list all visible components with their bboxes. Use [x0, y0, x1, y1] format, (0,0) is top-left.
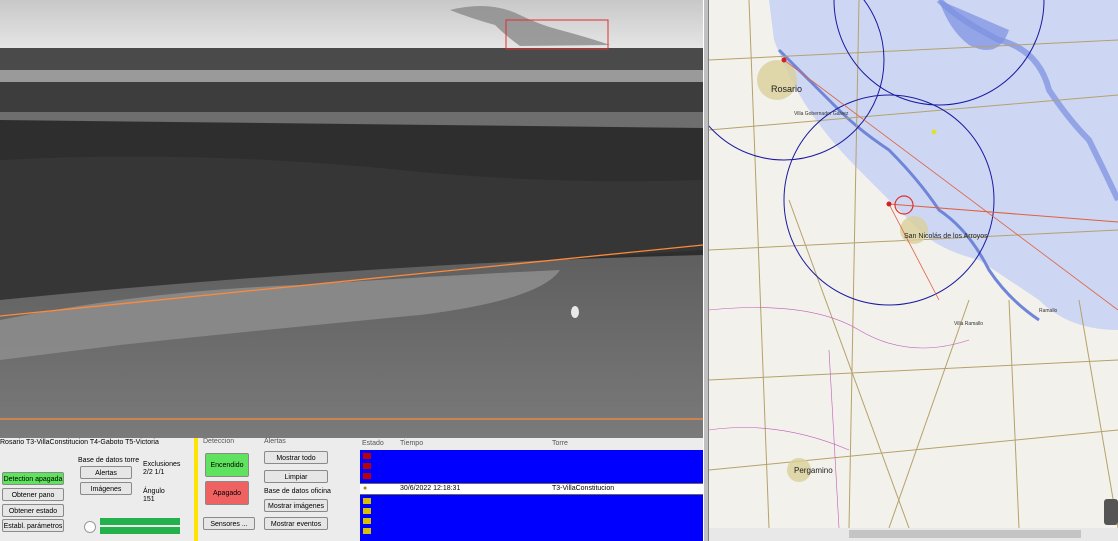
db-torre-alertas-button[interactable]: Alertas: [80, 466, 132, 479]
alertas-header: Alertas: [264, 438, 286, 445]
map-label-villa-ramallo: Villa Ramallo: [954, 321, 983, 327]
map-label-villa-gobernador: Villa Gobernador Gálvez: [794, 111, 849, 117]
map-side-tool[interactable]: [1104, 499, 1118, 525]
exclusiones-value: 2/2 1/1: [143, 469, 165, 476]
mostrar-eventos-button[interactable]: Mostrar eventos: [264, 517, 328, 530]
mostrar-imagenes-button[interactable]: Mostrar imágenes: [264, 499, 328, 512]
angulo-value: 151: [143, 496, 155, 503]
event-time: 30/6/2022 12:18:31: [400, 485, 461, 492]
obtener-pano-button[interactable]: Obtener pano: [2, 488, 64, 501]
camera-image: [0, 0, 703, 438]
event-alert-icon: [363, 473, 371, 479]
mostrar-todo-button[interactable]: Mostrar todo: [264, 451, 328, 464]
panel-divider: [194, 438, 198, 541]
event-alert-icon: [363, 463, 371, 469]
limpiar-button[interactable]: Limpiar: [264, 470, 328, 483]
tower-tabs[interactable]: Rosario T3-VillaConstitucion T4-Gaboto T…: [0, 439, 159, 446]
events-header-tiempo: Tiempo: [400, 440, 424, 447]
rosario-urban-area: [757, 60, 797, 100]
db-torre-title: Base de datos torre: [78, 457, 140, 464]
status-bar-2: [100, 527, 180, 534]
events-header-estado: Estado: [362, 440, 384, 447]
exclusiones-label: Exclusiones: [143, 461, 181, 468]
map-canvas: Rosario Villa Gobernador Gálvez San Nico…: [709, 0, 1118, 528]
sensores-button[interactable]: Sensores ...: [203, 517, 255, 530]
apagado-button[interactable]: Apagado: [205, 481, 249, 505]
map-scroll-thumb[interactable]: [849, 530, 1081, 538]
map-view[interactable]: Rosario Villa Gobernador Gálvez San Nico…: [709, 0, 1118, 528]
events-list[interactable]: ● 30/6/2022 12:18:31 T3-VillaConstitucio…: [360, 450, 703, 541]
event-alert-icon: [363, 453, 371, 459]
map-label-san-nicolas: San Nicolás de los Arroyos: [904, 233, 988, 240]
tower-marker[interactable]: [781, 57, 787, 63]
buoy: [571, 306, 579, 318]
db-oficina-title: Base de datos oficina: [264, 488, 331, 495]
camera-view[interactable]: [0, 0, 703, 438]
status-bar-1: [100, 518, 180, 525]
event-status-icon: [363, 508, 371, 514]
map-label-pergamino: Pergamino: [794, 466, 833, 475]
obtener-estado-button[interactable]: Obtener estado: [2, 504, 64, 517]
event-row-group[interactable]: [360, 495, 703, 541]
control-panel: Rosario T3-VillaConstitucion T4-Gaboto T…: [0, 438, 703, 541]
map-label-ramallo: Ramallo: [1039, 308, 1058, 314]
db-torre-imagenes-button[interactable]: Imágenes: [80, 482, 132, 495]
angulo-label: Ángulo: [143, 488, 165, 495]
tower-marker[interactable]: [886, 201, 892, 207]
map-label-rosario: Rosario: [771, 84, 802, 94]
events-header-torre: Torre: [552, 440, 568, 447]
detection-toggle-button[interactable]: Detection apagada: [2, 472, 64, 485]
deteccion-header: Deteccion: [203, 438, 235, 445]
event-status-icon: [363, 518, 371, 524]
event-status-icon: ●: [363, 485, 368, 492]
event-status-icon: [363, 498, 371, 504]
event-tower: T3-VillaConstitucion: [552, 485, 615, 492]
establ-parametros-button[interactable]: Establ. parámetros: [2, 519, 64, 532]
event-row-group[interactable]: [360, 450, 703, 483]
event-row-selected[interactable]: ● 30/6/2022 12:18:31 T3-VillaConstitucio…: [360, 483, 703, 495]
status-indicator: [84, 521, 96, 533]
encendido-button[interactable]: Encendido: [205, 453, 249, 477]
map-scrollbar[interactable]: [709, 528, 1118, 541]
event-status-icon: [363, 528, 371, 534]
